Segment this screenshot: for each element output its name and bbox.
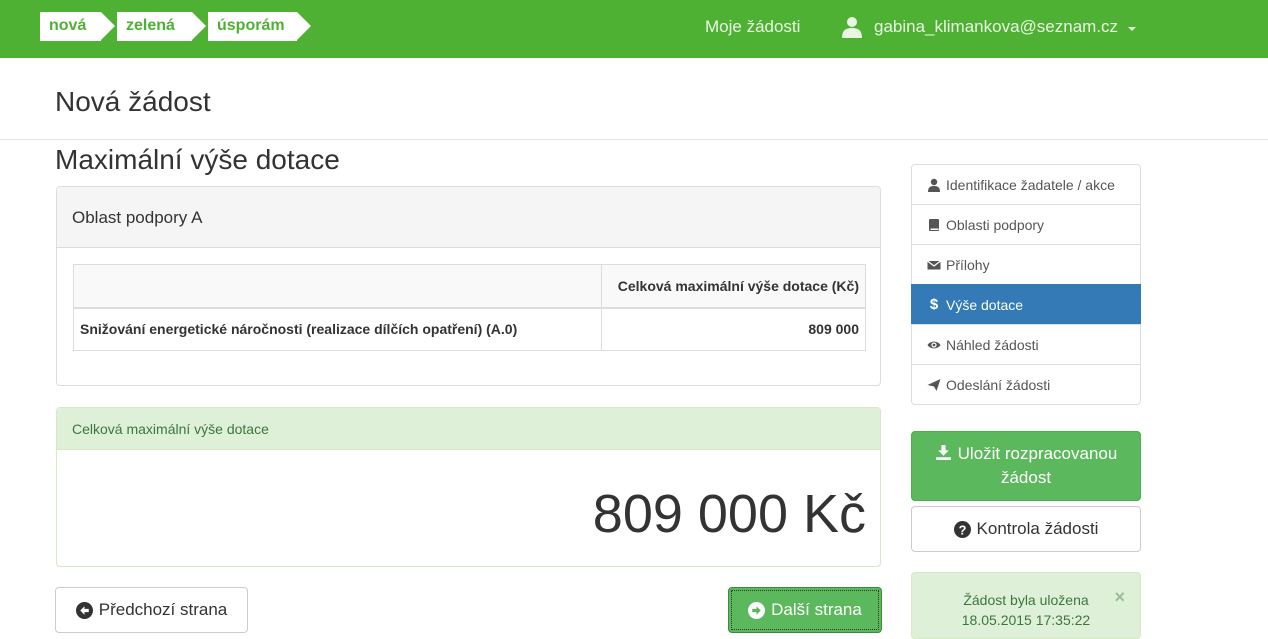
sidebar-item-label: Odeslání žádosti <box>946 376 1051 393</box>
send-icon <box>927 378 941 391</box>
next-page-label: Další strana <box>771 600 862 619</box>
eye-icon <box>927 341 941 348</box>
arrow-left-circle-icon <box>75 601 93 619</box>
sidebar-item-attachments[interactable]: Přílohy <box>911 244 1141 285</box>
previous-page-button[interactable]: Předchozí strana <box>55 587 248 633</box>
sidebar-item-submission[interactable]: Odeslání žádosti <box>911 364 1141 405</box>
sidebar-item-label: Přílohy <box>946 256 990 273</box>
check-request-button[interactable]: ? Kontrola žádosti <box>911 506 1141 552</box>
my-requests-link[interactable]: Moje žádosti <box>705 17 800 37</box>
page-header: Nová žádost <box>0 58 1268 140</box>
save-draft-button[interactable]: Uložit rozpracovanou žádost <box>911 431 1141 501</box>
user-icon <box>842 17 862 38</box>
subsidy-table: Celková maximální výše dotace (Kč) Snižo… <box>73 264 866 351</box>
sidebar-item-label: Náhled žádosti <box>946 336 1039 353</box>
table-cell-amount: 809 000 <box>601 307 866 351</box>
page-title: Nová žádost <box>55 86 211 117</box>
arrow-right-circle-icon <box>748 601 766 619</box>
sidebar-nav: Identifikace žadatele / akce Oblasti pod… <box>911 164 1141 405</box>
section-title: Maximální výše dotace <box>55 144 340 175</box>
sidebar-item-preview[interactable]: Náhled žádosti <box>911 324 1141 365</box>
sidebar-item-label: Oblasti podpory <box>946 216 1045 233</box>
table-header-row: Celková maximální výše dotace (Kč) <box>73 264 866 309</box>
total-subsidy-panel: Celková maximální výše dotace 809 000 Kč <box>56 407 881 567</box>
logo-segment-1: nová <box>40 12 115 41</box>
table-header-cell <box>73 264 602 309</box>
table-row: Snižování energetické náročnosti (realiz… <box>73 307 866 351</box>
download-icon <box>935 445 951 460</box>
envelope-icon <box>927 260 941 269</box>
previous-page-label: Předchozí strana <box>98 600 228 619</box>
dollar-icon: $ <box>929 295 939 313</box>
save-draft-label: Uložit rozpracovanou žádost <box>912 442 1140 490</box>
top-navbar: nová zelená úsporám Moje žádosti gabina_… <box>0 0 1268 58</box>
table-header-cell: Celková maximální výše dotace (Kč) <box>601 264 866 309</box>
logo-segment-3: úsporám <box>208 12 311 41</box>
logo-segment-2: zelená <box>117 12 206 41</box>
check-request-label: Kontrola žádosti <box>976 519 1099 538</box>
sidebar-item-label: Identifikace žadatele / akce <box>946 176 1115 193</box>
user-menu[interactable]: gabina_klimankova@seznam.cz <box>842 16 1137 38</box>
question-circle-icon: ? <box>953 520 971 538</box>
saved-alert: Žádost byla uložena 18.05.2015 17:35:22 … <box>911 572 1141 639</box>
sidebar-item-support-areas[interactable]: Oblasti podpory <box>911 204 1141 245</box>
sidebar-item-identification[interactable]: Identifikace žadatele / akce <box>911 164 1141 205</box>
close-icon[interactable]: × <box>1114 587 1125 607</box>
alert-timestamp: 18.05.2015 17:35:22 <box>961 612 1091 628</box>
sidebar-item-label: Výše dotace <box>946 296 1024 313</box>
alert-message: Žádost byla uložena <box>963 592 1089 608</box>
panel-heading: Oblast podpory A <box>57 187 880 248</box>
caret-down-icon <box>1128 26 1137 31</box>
table-cell-description: Snižování energetické náročnosti (realiz… <box>73 307 602 351</box>
user-email: gabina_klimankova@seznam.cz <box>874 17 1119 36</box>
user-icon <box>928 178 940 192</box>
total-amount: 809 000 Kč <box>592 484 866 544</box>
support-area-panel: Oblast podpory A Celková maximální výše … <box>56 186 881 386</box>
book-icon <box>929 218 939 231</box>
sidebar-item-subsidy-amount[interactable]: $ Výše dotace <box>911 284 1141 325</box>
total-panel-heading: Celková maximální výše dotace <box>57 408 880 450</box>
next-page-button[interactable]: Další strana <box>728 587 882 633</box>
svg-text:?: ? <box>958 522 966 537</box>
